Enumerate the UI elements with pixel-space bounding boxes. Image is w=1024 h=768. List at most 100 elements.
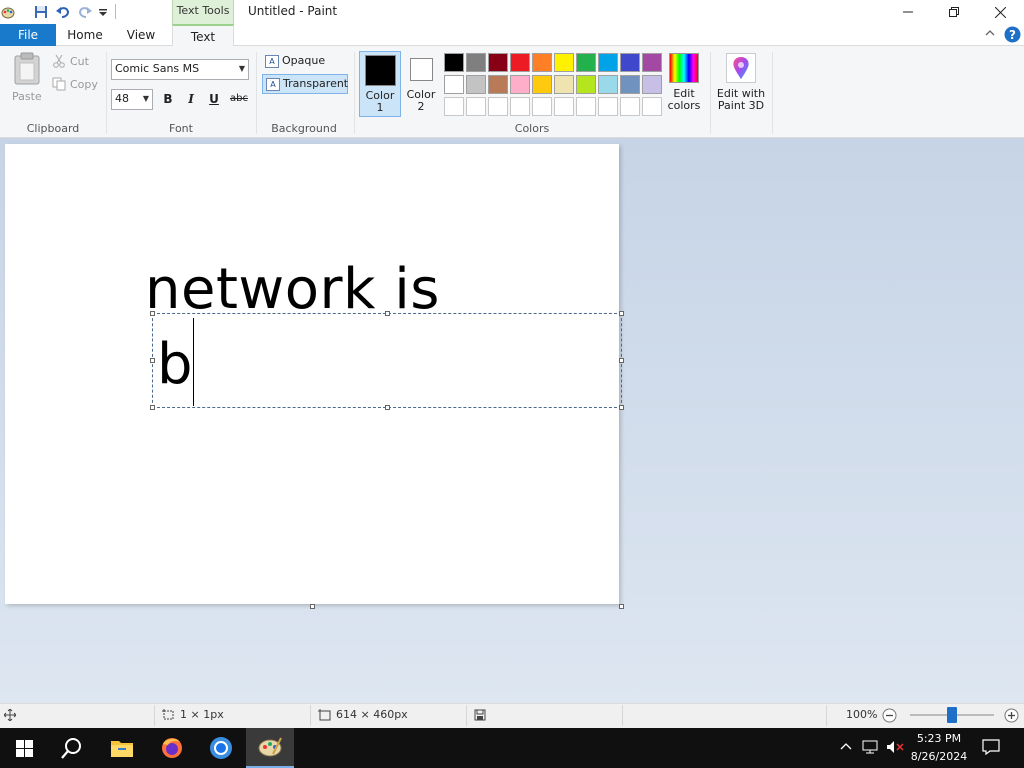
chrome-icon: [210, 737, 232, 759]
paint-taskbar-button[interactable]: [246, 728, 294, 768]
text-edit-box[interactable]: [152, 313, 622, 408]
palette-swatch[interactable]: [620, 75, 640, 94]
close-button[interactable]: [977, 0, 1023, 24]
textbox-handle[interactable]: [619, 358, 624, 363]
customize-quick-access-icon[interactable]: [95, 4, 111, 20]
zoom-slider-thumb[interactable]: [947, 707, 957, 723]
custom-color-slot[interactable]: [532, 97, 552, 116]
bold-button[interactable]: B: [158, 89, 178, 109]
palette-swatch[interactable]: [576, 75, 596, 94]
color2-label: Color 2: [406, 88, 436, 113]
font-size-select[interactable]: 48 ▼: [111, 89, 153, 110]
copy-button[interactable]: Copy: [52, 77, 102, 93]
palette-swatch[interactable]: [488, 75, 508, 94]
palette-swatch[interactable]: [554, 75, 574, 94]
network-icon[interactable]: [862, 740, 878, 757]
copy-icon: [52, 77, 66, 91]
palette-swatch[interactable]: [598, 75, 618, 94]
colors-group-label: Colors: [514, 122, 550, 135]
volume-muted-icon[interactable]: [886, 740, 904, 757]
tab-view[interactable]: View: [118, 24, 164, 46]
palette-swatch[interactable]: [576, 53, 596, 72]
tab-text[interactable]: Text: [172, 24, 234, 47]
strikethrough-button[interactable]: abc: [227, 89, 251, 109]
background-group-label: Background: [271, 122, 337, 135]
undo-icon[interactable]: [55, 4, 71, 20]
palette-swatch[interactable]: [554, 53, 574, 72]
notifications-button[interactable]: [982, 739, 1000, 758]
palette-swatch[interactable]: [444, 75, 464, 94]
font-size-value: 48: [115, 92, 129, 105]
custom-color-slot[interactable]: [576, 97, 596, 116]
minimize-button[interactable]: [885, 0, 931, 24]
custom-color-slot[interactable]: [598, 97, 618, 116]
textbox-handle[interactable]: [385, 311, 390, 316]
save-icon[interactable]: [33, 4, 49, 20]
textbox-handle[interactable]: [619, 405, 624, 410]
tab-home[interactable]: Home: [60, 24, 110, 46]
text-tools-context-label: Text Tools: [172, 0, 234, 24]
custom-color-slot[interactable]: [620, 97, 640, 116]
canvas-resize-handle-corner[interactable]: [619, 604, 624, 609]
underline-button[interactable]: U: [204, 89, 224, 109]
redo-icon[interactable]: [77, 4, 93, 20]
tab-file[interactable]: File: [0, 24, 56, 46]
custom-color-slot[interactable]: [642, 97, 662, 116]
custom-color-slot[interactable]: [444, 97, 464, 116]
custom-color-slot[interactable]: [466, 97, 486, 116]
restore-button[interactable]: [931, 0, 977, 24]
textbox-handle[interactable]: [150, 405, 155, 410]
search-button[interactable]: [48, 728, 96, 768]
clipboard-group-label: Clipboard: [26, 122, 80, 135]
palette-swatch[interactable]: [510, 53, 530, 72]
palette-swatch[interactable]: [532, 53, 552, 72]
palette-swatch[interactable]: [510, 75, 530, 94]
custom-color-slot[interactable]: [510, 97, 530, 116]
zoom-in-icon: [1004, 708, 1019, 723]
show-hidden-icons-button[interactable]: [840, 741, 852, 756]
clock-date[interactable]: 8/26/2024: [910, 750, 968, 763]
cut-button[interactable]: Cut: [52, 54, 102, 70]
transparent-option[interactable]: A Transparent: [262, 74, 348, 94]
canvas-resize-handle-bottom[interactable]: [310, 604, 315, 609]
textbox-handle[interactable]: [619, 311, 624, 316]
color2-button[interactable]: Color 2: [403, 51, 439, 117]
color1-button[interactable]: Color 1: [359, 51, 401, 117]
custom-color-slot[interactable]: [554, 97, 574, 116]
font-family-select[interactable]: Comic Sans MS ▼: [111, 59, 249, 80]
palette-swatch[interactable]: [532, 75, 552, 94]
zoom-in-button[interactable]: [1004, 708, 1019, 726]
textbox-handle[interactable]: [150, 311, 155, 316]
file-explorer-button[interactable]: [98, 728, 146, 768]
palette-swatch[interactable]: [444, 53, 464, 72]
paint3d-label: Edit with Paint 3D: [716, 87, 766, 112]
paint-app-icon[interactable]: [0, 4, 16, 20]
firefox-button[interactable]: [148, 728, 196, 768]
palette-swatch[interactable]: [488, 53, 508, 72]
custom-color-slot[interactable]: [488, 97, 508, 116]
folder-icon: [111, 741, 133, 757]
paste-button[interactable]: Paste: [10, 52, 44, 106]
palette-swatch[interactable]: [642, 75, 662, 94]
collapse-ribbon-icon[interactable]: [984, 27, 996, 42]
start-button[interactable]: [0, 728, 48, 768]
edit-with-paint3d-button[interactable]: Edit with Paint 3D: [714, 53, 768, 117]
opaque-label: Opaque: [282, 54, 326, 67]
restore-icon: [949, 7, 959, 17]
palette-swatch[interactable]: [642, 53, 662, 72]
palette-swatch[interactable]: [466, 53, 486, 72]
help-icon[interactable]: ?: [1004, 26, 1021, 46]
palette-swatch[interactable]: [598, 53, 618, 72]
textbox-handle[interactable]: [150, 358, 155, 363]
edit-colors-button[interactable]: Edit colors: [665, 53, 703, 117]
italic-button[interactable]: I: [181, 89, 201, 109]
opaque-option[interactable]: A Opaque: [262, 52, 348, 72]
zoom-out-button[interactable]: [882, 708, 897, 726]
text-caret: [193, 318, 194, 406]
paste-icon: [14, 52, 40, 85]
clock-time[interactable]: 5:23 PM: [914, 732, 964, 745]
textbox-handle[interactable]: [385, 405, 390, 410]
palette-swatch[interactable]: [466, 75, 486, 94]
chrome-button[interactable]: [197, 728, 245, 768]
palette-swatch[interactable]: [620, 53, 640, 72]
